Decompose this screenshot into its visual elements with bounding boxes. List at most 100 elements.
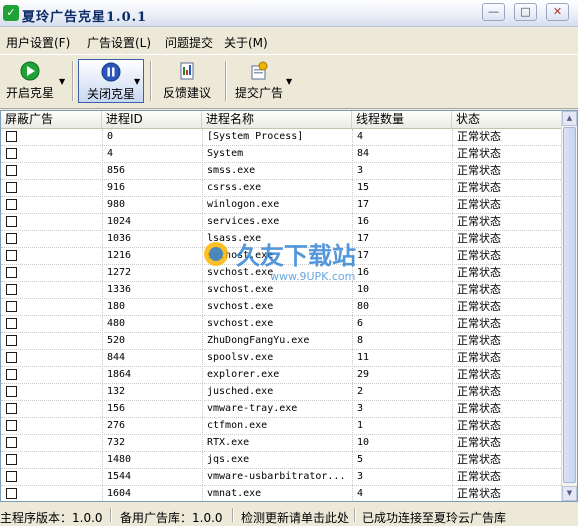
title-bar[interactable]: ✓ 夏玲广告克星1.0.1 — □ ✕: [0, 0, 578, 27]
cell-status: 正常状态: [457, 164, 501, 177]
column-header-block[interactable]: 屏蔽广告: [1, 111, 102, 128]
block-checkbox[interactable]: [6, 301, 17, 312]
block-checkbox[interactable]: [6, 471, 17, 482]
table-row[interactable]: 1544 vmware-usbarbitrator... 3 正常状态: [1, 469, 563, 486]
cell-threads: 15: [357, 182, 370, 193]
cell-status: 正常状态: [457, 402, 501, 415]
table-row[interactable]: 1336 svchost.exe 10 正常状态: [1, 282, 563, 299]
start-button[interactable]: 开启克星: [2, 59, 58, 103]
minimize-button[interactable]: —: [482, 3, 505, 21]
start-dropdown-arrow-icon[interactable]: ▼: [59, 77, 65, 86]
scroll-thumb[interactable]: [563, 127, 576, 483]
status-version: 主程序版本：1.0.0: [0, 511, 103, 525]
submit-ad-button[interactable]: 提交广告: [232, 59, 286, 103]
block-checkbox[interactable]: [6, 284, 17, 295]
table-row[interactable]: 0 [System Process] 4 正常状态: [1, 129, 563, 146]
block-checkbox[interactable]: [6, 182, 17, 193]
table-row[interactable]: 1036 lsass.exe 17 正常状态: [1, 231, 563, 248]
cell-process-name: ctfmon.exe: [207, 420, 268, 431]
cell-process-name: RTX.exe: [207, 437, 250, 448]
block-checkbox[interactable]: [6, 250, 17, 261]
block-checkbox[interactable]: [6, 216, 17, 227]
block-checkbox[interactable]: [6, 386, 17, 397]
block-checkbox[interactable]: [6, 420, 17, 431]
table-row[interactable]: 480 svchost.exe 6 正常状态: [1, 316, 563, 333]
block-checkbox[interactable]: [6, 165, 17, 176]
table-row[interactable]: 1272 svchost.exe 16 正常状态: [1, 265, 563, 282]
table-row[interactable]: 1604 vmnat.exe 4 正常状态: [1, 486, 563, 501]
table-row[interactable]: 916 csrss.exe 15 正常状态: [1, 180, 563, 197]
table-row[interactable]: 156 vmware-tray.exe 3 正常状态: [1, 401, 563, 418]
cell-pid: 156: [107, 403, 126, 414]
cell-process-name: svchost.exe: [207, 301, 274, 312]
check-update-link[interactable]: 检测更新请单击此处: [241, 509, 349, 526]
block-checkbox[interactable]: [6, 403, 17, 414]
block-checkbox[interactable]: [6, 488, 17, 499]
column-header-status[interactable]: 状态: [452, 111, 563, 128]
block-checkbox[interactable]: [6, 233, 17, 244]
column-header-name[interactable]: 进程名称: [202, 111, 352, 128]
cell-process-name: explorer.exe: [207, 369, 280, 380]
table-row[interactable]: 732 RTX.exe 10 正常状态: [1, 435, 563, 452]
block-checkbox[interactable]: [6, 148, 17, 159]
restore-button[interactable]: □: [514, 3, 537, 21]
cell-status: 正常状态: [457, 351, 501, 364]
cell-status: 正常状态: [457, 487, 501, 500]
block-checkbox[interactable]: [6, 267, 17, 278]
submit-ad-label: 提交广告: [234, 86, 283, 100]
block-checkbox[interactable]: [6, 131, 17, 142]
block-checkbox[interactable]: [6, 318, 17, 329]
cell-pid: 1604: [107, 488, 132, 499]
cell-status: 正常状态: [457, 317, 501, 330]
menu-submit-issue[interactable]: 问题提交: [165, 34, 213, 51]
cell-process-name: lsass.exe: [207, 233, 262, 244]
cell-pid: 844: [107, 352, 126, 363]
table-row[interactable]: 276 ctfmon.exe 1 正常状态: [1, 418, 563, 435]
cell-pid: 1272: [107, 267, 132, 278]
table-row[interactable]: 1216 svchost.exe 17 正常状态: [1, 248, 563, 265]
table-row[interactable]: 1480 jqs.exe 5 正常状态: [1, 452, 563, 469]
close-button[interactable]: ✕: [546, 3, 569, 21]
table-row[interactable]: 1864 explorer.exe 29 正常状态: [1, 367, 563, 384]
block-checkbox[interactable]: [6, 352, 17, 363]
cell-process-name: vmnat.exe: [207, 488, 262, 499]
feedback-document-icon: [180, 62, 194, 80]
window-title: 夏玲广告克星1.0.1: [22, 10, 148, 25]
scroll-down-arrow-icon[interactable]: ▼: [562, 486, 577, 501]
table-row[interactable]: 180 svchost.exe 80 正常状态: [1, 299, 563, 316]
toolbar: 开启克星 ▼ 关闭克星 ▼ 反馈建议 提交广告 ▼: [0, 54, 578, 109]
table-row[interactable]: 520 ZhuDongFangYu.exe 8 正常状态: [1, 333, 563, 350]
table-body: 0 [System Process] 4 正常状态 4 System 84 正常状态 856 sm…: [1, 129, 563, 501]
table-row[interactable]: 856 smss.exe 3 正常状态: [1, 163, 563, 180]
block-checkbox[interactable]: [6, 454, 17, 465]
play-icon: [20, 61, 40, 81]
table-header: 屏蔽广告 进程ID 进程名称 线程数量 状态: [1, 111, 563, 129]
cell-pid: 1216: [107, 250, 132, 261]
cell-process-name: csrss.exe: [207, 182, 262, 193]
block-checkbox[interactable]: [6, 437, 17, 448]
cell-process-name: vmware-tray.exe: [207, 403, 298, 414]
table-row[interactable]: 4 System 84 正常状态: [1, 146, 563, 163]
column-header-pid[interactable]: 进程ID: [102, 111, 202, 128]
submit-ad-dropdown-arrow-icon[interactable]: ▼: [286, 77, 292, 86]
menu-ad-settings[interactable]: 广告设置(L): [87, 34, 151, 51]
table-row[interactable]: 980 winlogon.exe 17 正常状态: [1, 197, 563, 214]
block-checkbox[interactable]: [6, 199, 17, 210]
stop-dropdown-arrow-icon[interactable]: ▼: [134, 77, 140, 86]
cell-process-name: jqs.exe: [207, 454, 250, 465]
scroll-up-arrow-icon[interactable]: ▲: [562, 111, 577, 126]
vertical-scrollbar[interactable]: ▲ ▼: [561, 111, 577, 501]
table-row[interactable]: 1024 services.exe 16 正常状态: [1, 214, 563, 231]
cell-threads: 80: [357, 301, 370, 312]
block-checkbox[interactable]: [6, 335, 17, 346]
menu-user-settings[interactable]: 用户设置(F): [6, 34, 70, 51]
column-header-threads[interactable]: 线程数量: [352, 111, 452, 128]
table-row[interactable]: 132 jusched.exe 2 正常状态: [1, 384, 563, 401]
table-row[interactable]: 844 spoolsv.exe 11 正常状态: [1, 350, 563, 367]
cell-process-name: ZhuDongFangYu.exe: [207, 335, 310, 346]
feedback-button[interactable]: 反馈建议: [156, 59, 218, 103]
block-checkbox[interactable]: [6, 369, 17, 380]
cell-status: 正常状态: [457, 249, 501, 262]
cell-status: 正常状态: [457, 419, 501, 432]
menu-about[interactable]: 关于(M): [224, 34, 268, 51]
